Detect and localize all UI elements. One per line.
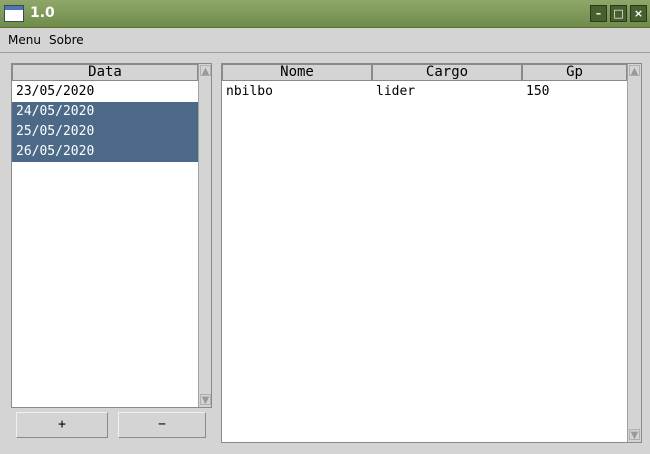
window-icon — [4, 5, 24, 22]
dates-scrollbar[interactable]: ▲ ▼ — [198, 64, 211, 407]
members-scrollbar[interactable]: ▲ ▼ — [627, 64, 641, 442]
column-header-data[interactable]: Data — [12, 64, 198, 81]
scroll-up-icon[interactable]: ▲ — [629, 65, 640, 77]
list-item[interactable]: 25/05/2020 — [12, 122, 198, 142]
cell-nome: nbilbo — [226, 84, 273, 99]
maximize-button[interactable]: □ — [610, 5, 627, 22]
remove-button[interactable]: − — [118, 412, 206, 438]
scroll-down-icon[interactable]: ▼ — [200, 394, 211, 406]
window-title: 1.0 — [30, 5, 55, 21]
table-row[interactable]: nbilbo lider 150 — [222, 82, 627, 102]
scroll-down-icon[interactable]: ▼ — [629, 429, 640, 441]
cell-cargo: lider — [376, 84, 416, 99]
list-item[interactable]: 26/05/2020 — [12, 142, 198, 162]
scroll-up-icon[interactable]: ▲ — [200, 65, 211, 77]
column-header-cargo[interactable]: Cargo — [372, 64, 522, 81]
dates-table[interactable]: Data 23/05/2020 24/05/2020 25/05/2020 26… — [11, 63, 212, 408]
list-item[interactable]: 24/05/2020 — [12, 102, 198, 122]
cell-gp: 150 — [526, 84, 550, 99]
column-header-nome[interactable]: Nome — [222, 64, 372, 81]
column-header-gp[interactable]: Gp — [522, 64, 627, 81]
list-item[interactable]: 23/05/2020 — [12, 82, 198, 102]
minimize-button[interactable]: – — [590, 5, 607, 22]
add-button[interactable]: + — [16, 412, 108, 438]
members-table[interactable]: Nome Cargo Gp nbilbo lider 150 ▲ ▼ — [221, 63, 642, 443]
title-bar[interactable]: 1.0 – □ × — [0, 0, 650, 28]
menu-item-sobre[interactable]: Sobre — [49, 33, 84, 47]
close-button[interactable]: × — [630, 5, 647, 22]
menu-divider — [0, 52, 650, 53]
menu-item-menu[interactable]: Menu — [8, 33, 41, 47]
menu-bar: Menu Sobre — [0, 29, 650, 51]
